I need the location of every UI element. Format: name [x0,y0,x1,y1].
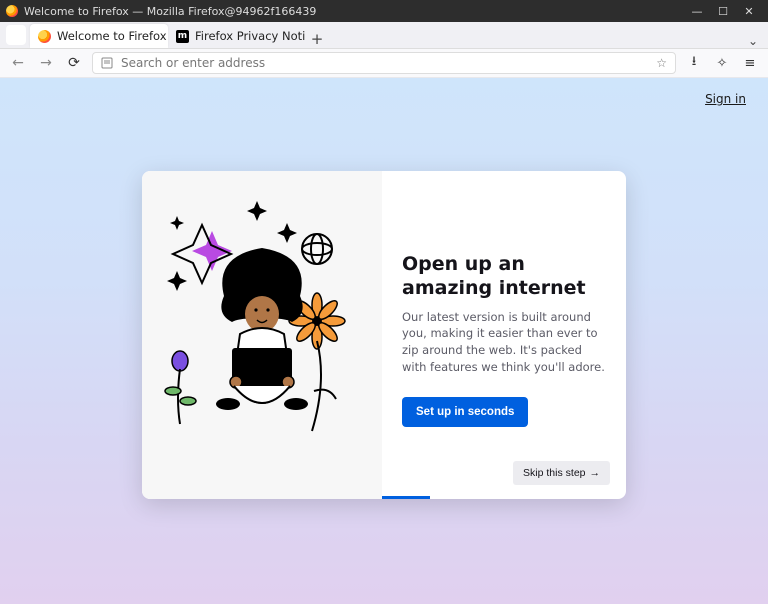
app-menu-button[interactable]: ≡ [740,56,760,71]
onboarding-headline: Open up an amazing internet [402,253,606,301]
all-tabs-button[interactable]: ⌄ [742,34,764,48]
tab-privacy-notice[interactable]: m Firefox Privacy Notice — … × [168,24,306,48]
save-to-pocket-button[interactable]: ⭳ [684,52,704,74]
skip-button-label: Skip this step [523,467,585,479]
tab-welcome[interactable]: Welcome to Firefox × [30,24,168,48]
navigation-toolbar: ← → ⟳ Search or enter address ☆ ⭳ ✧ ≡ [0,49,768,78]
extensions-button[interactable]: ✧ [712,56,732,71]
arrow-right-icon: → [590,467,601,479]
sign-in-link[interactable]: Sign in [705,92,746,106]
window-minimize-button[interactable]: — [684,5,710,18]
mozilla-icon: m [176,30,189,43]
bookmark-star-button[interactable]: ☆ [656,56,667,70]
window-title: Welcome to Firefox — Mozilla Firefox@949… [24,5,316,18]
window-close-button[interactable]: ✕ [736,5,762,18]
firefox-view-button[interactable] [6,25,26,45]
new-tab-button[interactable]: + [306,30,328,48]
onboarding-card: Open up an amazing internet Our latest v… [142,171,626,499]
onboarding-description: Our latest version is built around you, … [402,309,606,376]
setup-button[interactable]: Set up in seconds [402,397,528,427]
progress-indicator [382,496,430,499]
skip-button[interactable]: Skip this step → [513,461,610,485]
window-titlebar: Welcome to Firefox — Mozilla Firefox@949… [0,0,768,22]
firefox-icon [6,5,18,17]
page-info-icon [101,57,113,69]
welcome-page: Sign in [0,78,768,604]
onboarding-content: Open up an amazing internet Our latest v… [382,171,626,499]
person-with-laptop-illustration [142,171,382,499]
forward-button[interactable]: → [36,55,56,71]
url-bar[interactable]: Search or enter address ☆ [92,52,676,74]
onboarding-progress [142,496,626,499]
onboarding-illustration [142,171,382,499]
tab-label: Welcome to Firefox [57,29,167,43]
tab-strip: Welcome to Firefox × m Firefox Privacy N… [0,22,768,49]
window-maximize-button[interactable]: ☐ [710,5,736,18]
tab-label: Firefox Privacy Notice — … [195,29,306,43]
firefox-icon [38,30,51,43]
back-button[interactable]: ← [8,55,28,71]
reload-button[interactable]: ⟳ [64,55,84,71]
url-bar-placeholder: Search or enter address [121,56,265,70]
